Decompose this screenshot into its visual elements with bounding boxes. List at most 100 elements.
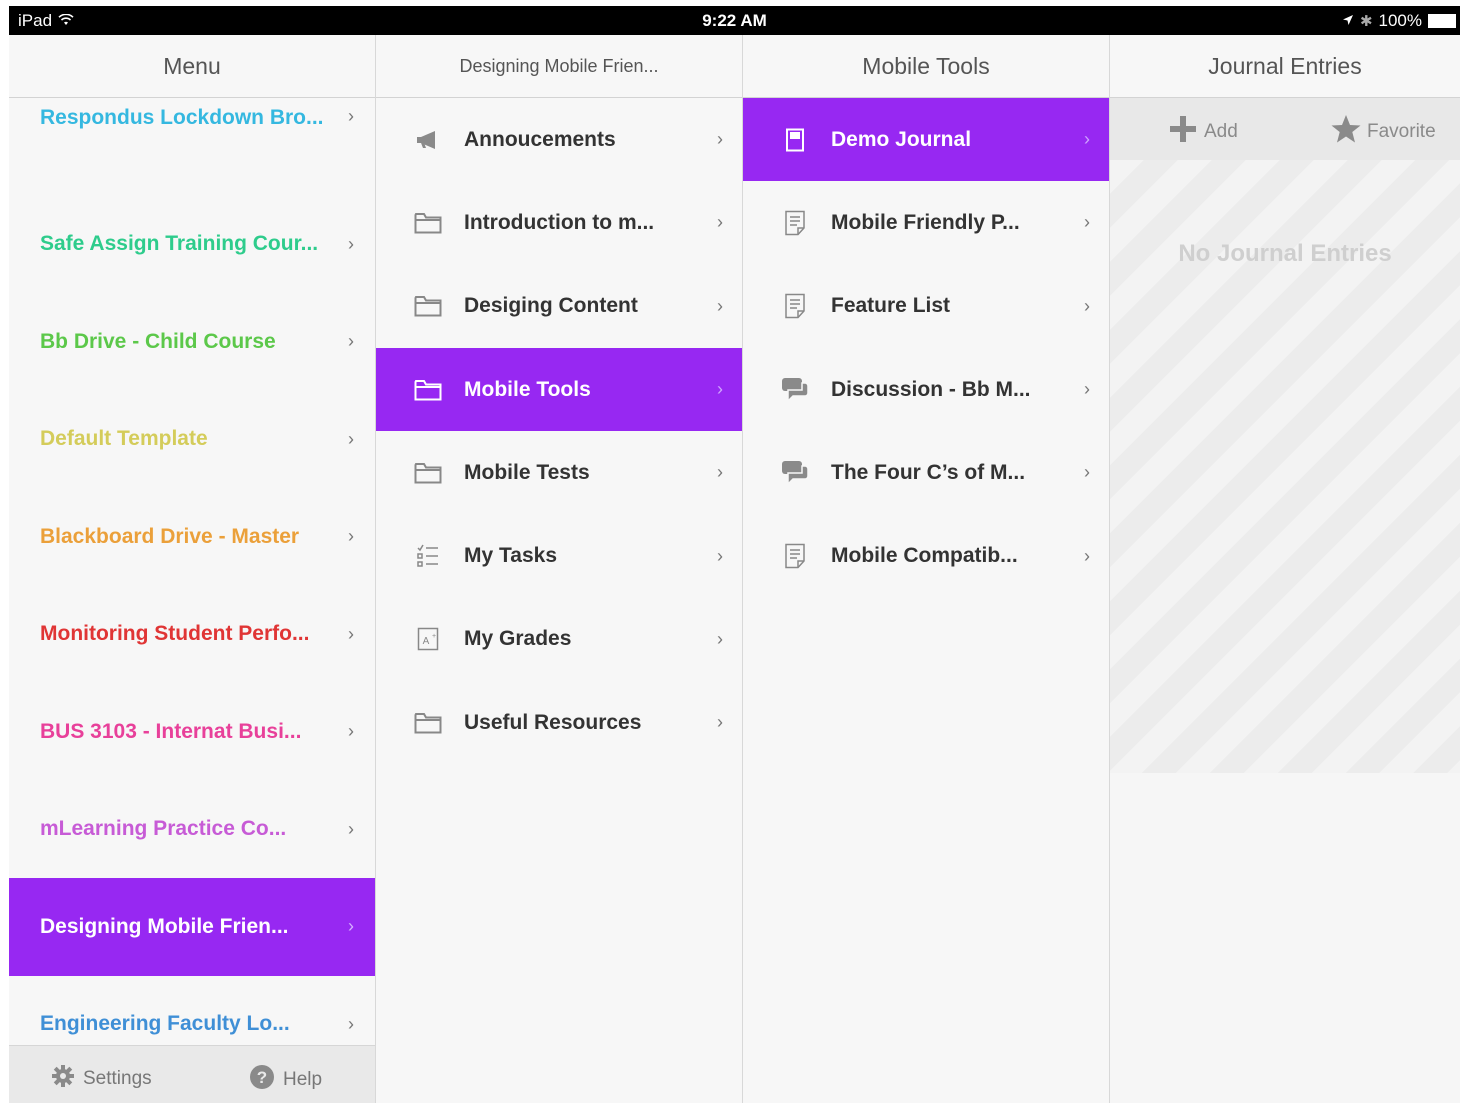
settings-button[interactable]: Settings bbox=[51, 1064, 152, 1094]
course-item[interactable]: Useful Resources › bbox=[376, 681, 742, 764]
chevron-right-icon: › bbox=[1084, 295, 1090, 316]
chevron-right-icon: › bbox=[1084, 545, 1090, 566]
grades-icon: A + bbox=[414, 627, 442, 651]
chevron-right-icon: › bbox=[348, 233, 354, 254]
gear-icon bbox=[51, 1064, 75, 1094]
help-icon: ? bbox=[249, 1064, 275, 1096]
mobile_tools-item[interactable]: The Four C’s of M... › bbox=[743, 431, 1109, 514]
course-list-item[interactable]: Respondus Lockdown Bro... › bbox=[9, 98, 375, 196]
course-item-label: Introduction to m... bbox=[464, 210, 655, 234]
chevron-right-icon: › bbox=[717, 379, 723, 400]
course-list-item[interactable]: Safe Assign Training Cour... › bbox=[9, 196, 375, 294]
bluetooth-icon: ✱ bbox=[1359, 13, 1373, 30]
course-name: mLearning Practice Co... bbox=[40, 817, 287, 841]
help-label: Help bbox=[283, 1069, 323, 1090]
journal-column: Journal Entries Add Favorite No Journal … bbox=[1110, 35, 1460, 1103]
course-name: Safe Assign Training Cour... bbox=[40, 232, 319, 256]
course-name: Designing Mobile Frien... bbox=[40, 914, 289, 938]
course-list-item[interactable]: Designing Mobile Frien... › bbox=[9, 878, 375, 976]
menu-column: Menu Respondus Lockdown Bro... › Safe Assi… bbox=[9, 35, 376, 1103]
battery-icon bbox=[1428, 14, 1456, 28]
chevron-right-icon: › bbox=[717, 129, 723, 150]
course-item[interactable]: Annoucements › bbox=[376, 98, 742, 181]
document-icon bbox=[781, 293, 809, 319]
journal-icon bbox=[781, 128, 809, 152]
course-item[interactable]: Mobile Tests › bbox=[376, 431, 742, 514]
course-item[interactable]: Desiging Content › bbox=[376, 265, 742, 348]
course-list-item[interactable]: Monitoring Student Perfo... › bbox=[9, 586, 375, 684]
course-item[interactable]: Introduction to m... › bbox=[376, 181, 742, 264]
add-button[interactable]: Add bbox=[1168, 114, 1238, 150]
chevron-right-icon: › bbox=[348, 916, 354, 937]
svg-text:A: A bbox=[423, 636, 430, 647]
discussion-icon bbox=[781, 460, 809, 486]
folder-icon bbox=[414, 711, 442, 735]
chevron-right-icon: › bbox=[717, 462, 723, 483]
journal-toolbar: Add Favorite bbox=[1110, 98, 1460, 160]
chevron-right-icon: › bbox=[1084, 379, 1090, 400]
chevron-right-icon: › bbox=[717, 628, 723, 649]
course-list-item[interactable]: mLearning Practice Co... › bbox=[9, 781, 375, 879]
empty-state-text: No Journal Entries bbox=[1178, 240, 1392, 267]
mobile_tools-item[interactable]: Mobile Compatib... › bbox=[743, 514, 1109, 597]
menu-header: Menu bbox=[9, 35, 375, 98]
tools-column: Mobile Tools Demo Journal › Mobile Friendl… bbox=[743, 35, 1110, 1103]
settings-label: Settings bbox=[83, 1068, 152, 1089]
mobile_tools-item-label: Mobile Compatib... bbox=[831, 544, 1018, 568]
course-item[interactable]: My Tasks › bbox=[376, 514, 742, 597]
mobile_tools-item-label: Discussion - Bb M... bbox=[831, 377, 1031, 401]
svg-text:+: + bbox=[432, 633, 436, 640]
course-name: BUS 3103 - Internat Busi... bbox=[40, 719, 302, 743]
course-name: Bb Drive - Child Course bbox=[40, 329, 276, 353]
megaphone-icon bbox=[414, 128, 442, 152]
course-list-item[interactable]: BUS 3103 - Internat Busi... › bbox=[9, 683, 375, 781]
mobile_tools-item[interactable]: Mobile Friendly P... › bbox=[743, 181, 1109, 264]
plus-icon bbox=[1168, 114, 1198, 150]
course-item[interactable]: A + My Grades › bbox=[376, 598, 742, 681]
course-item[interactable]: Mobile Tools › bbox=[376, 347, 742, 432]
course-list-item[interactable]: Bb Drive - Child Course › bbox=[9, 293, 375, 391]
mobile_tools-item-label: The Four C’s of M... bbox=[831, 460, 1026, 484]
chevron-right-icon: › bbox=[348, 818, 354, 839]
mobile_tools-item-label: Mobile Friendly P... bbox=[831, 210, 1020, 234]
course-content-list: Annoucements › Introduction to m... › Desigi… bbox=[376, 98, 742, 764]
tasks-icon bbox=[414, 544, 442, 568]
course-header: Designing Mobile Frien... bbox=[376, 35, 742, 98]
course-list-item[interactable]: Default Template › bbox=[9, 391, 375, 489]
mobile_tools-item[interactable]: Demo Journal › bbox=[743, 98, 1109, 182]
course-item-label: Annoucements bbox=[464, 127, 616, 151]
status-bar: iPad 9:22 AM ✱ 100% bbox=[9, 6, 1460, 35]
chevron-right-icon: › bbox=[348, 526, 354, 547]
course-name: Engineering Faculty Lo... bbox=[40, 1012, 290, 1036]
chevron-right-icon: › bbox=[348, 331, 354, 352]
course-name: Monitoring Student Perfo... bbox=[40, 622, 310, 646]
mobile_tools-item[interactable]: Feature List › bbox=[743, 265, 1109, 348]
chevron-right-icon: › bbox=[1084, 129, 1090, 150]
favorite-label: Favorite bbox=[1367, 121, 1436, 142]
mobile_tools-item[interactable]: Discussion - Bb M... › bbox=[743, 348, 1109, 431]
course-list-item[interactable]: Blackboard Drive - Master › bbox=[9, 488, 375, 586]
app-window: Menu Respondus Lockdown Bro... › Safe Assi… bbox=[9, 35, 1460, 1103]
chevron-right-icon: › bbox=[1084, 212, 1090, 233]
course-item-label: Desiging Content bbox=[464, 294, 638, 318]
battery-percent: 100% bbox=[1378, 11, 1422, 30]
course-item-label: Useful Resources bbox=[464, 710, 642, 734]
chevron-right-icon: › bbox=[717, 712, 723, 733]
add-label: Add bbox=[1204, 121, 1238, 142]
chevron-right-icon: › bbox=[717, 545, 723, 566]
chevron-right-icon: › bbox=[348, 106, 354, 126]
course-column: Designing Mobile Frien... Annoucements › I… bbox=[376, 35, 743, 1103]
course-list: Respondus Lockdown Bro... › Safe Assign Tr… bbox=[9, 98, 375, 1073]
course-item-label: My Grades bbox=[464, 627, 572, 651]
menu-footer: Settings ? Help bbox=[9, 1045, 375, 1103]
document-icon bbox=[781, 210, 809, 236]
help-button[interactable]: ? Help bbox=[249, 1064, 322, 1096]
chevron-right-icon: › bbox=[348, 428, 354, 449]
folder-icon bbox=[414, 211, 442, 235]
chevron-right-icon: › bbox=[348, 721, 354, 742]
favorite-button[interactable]: Favorite bbox=[1331, 114, 1436, 150]
chevron-right-icon: › bbox=[717, 295, 723, 316]
journal-header: Journal Entries bbox=[1110, 35, 1460, 98]
document-icon bbox=[781, 543, 809, 569]
journal-empty-area: No Journal Entries bbox=[1110, 160, 1460, 1103]
